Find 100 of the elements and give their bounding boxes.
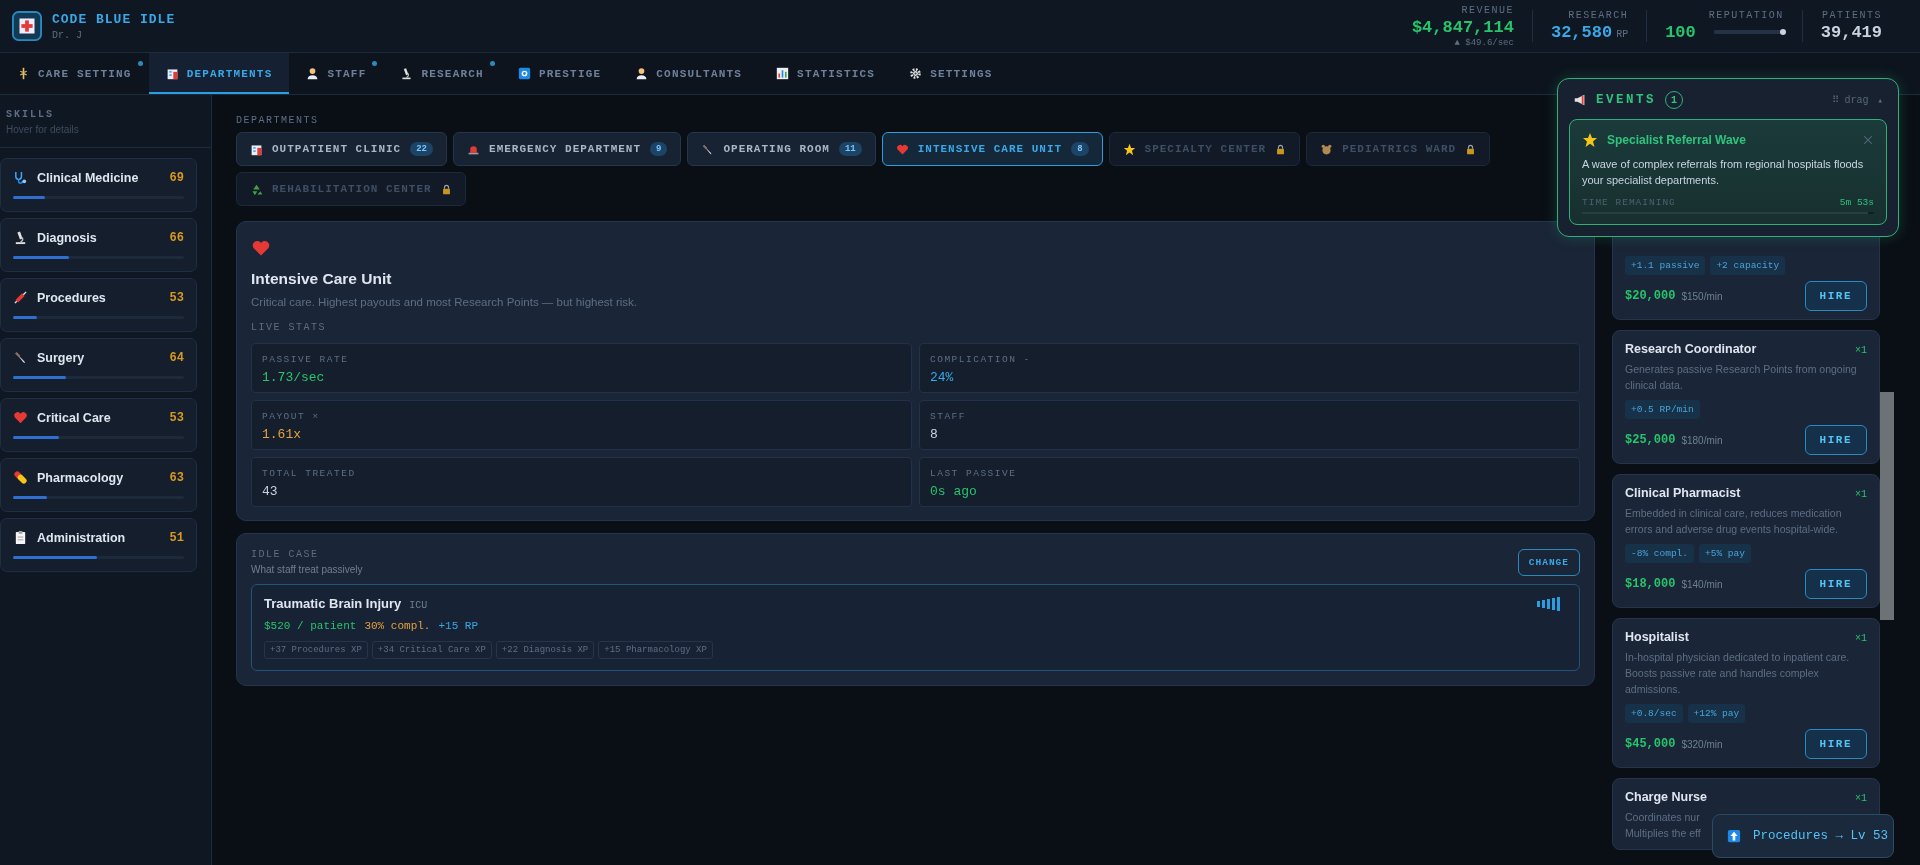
nav-tab[interactable]: CARE SETTING	[0, 53, 149, 94]
case-complication: 30% compl.	[364, 620, 431, 632]
lock-icon	[440, 183, 452, 195]
microscope-icon	[13, 230, 28, 245]
scrollbar-thumb[interactable]	[1880, 392, 1894, 620]
hire-button[interactable]: HIRE	[1804, 729, 1867, 759]
staff-count: ×1	[1855, 633, 1867, 644]
collapse-toggle[interactable]: ▴	[1877, 94, 1883, 106]
effect-chip: +12% pay	[1687, 704, 1746, 723]
logo-icon	[12, 11, 42, 41]
hire-price: $45,000	[1625, 737, 1676, 751]
case-research: +15 RP	[438, 620, 479, 632]
person-icon	[635, 67, 649, 80]
department-tab[interactable]: OUTPATIENT CLINIC 22	[236, 132, 448, 166]
notification-dot	[489, 61, 495, 66]
section-label: DEPARTMENTS	[236, 115, 320, 126]
staff-name: Hospitalist	[1625, 630, 1689, 644]
reputation-bar	[1713, 29, 1784, 34]
scalpel-icon	[13, 350, 28, 365]
hire-button[interactable]: HIRE	[1804, 425, 1867, 455]
microscope-icon	[400, 67, 414, 80]
effect-chip: +5% pay	[1699, 544, 1751, 563]
staff-count: ×1	[1855, 793, 1867, 804]
stat-label: REVENUE	[1461, 4, 1514, 16]
hint-text: Hover for details	[6, 124, 80, 135]
skill-name: Critical Care	[37, 410, 112, 425]
nav-tab[interactable]: STATISTICS	[759, 53, 893, 94]
staff-count: ×1	[1855, 345, 1867, 356]
skill-level: 63	[169, 470, 184, 485]
stat-value: $4,847,114	[1411, 17, 1514, 37]
nav-tab[interactable]: SETTINGS	[892, 53, 1010, 94]
count-badge: 9	[650, 142, 668, 156]
department-tab[interactable]: INTENSIVE CARE UNIT 8	[881, 132, 1103, 166]
hire-button[interactable]: HIRE	[1804, 281, 1867, 311]
app-title: CODE BLUE IDLE	[52, 11, 176, 27]
heart-icon	[251, 238, 271, 258]
section-label: IDLE CASE	[251, 549, 320, 560]
event-description: A wave of complex referrals from regional hospitals floods your specialist departments.	[1582, 157, 1865, 188]
count-badge: 11	[838, 142, 862, 156]
nav-tab[interactable]: DEPARTMENTS	[148, 53, 290, 94]
change-button[interactable]: CHANGE	[1517, 549, 1580, 576]
department-tab[interactable]: EMERGENCY DEPARTMENT 9	[453, 132, 682, 166]
staff-description: Embedded in clinical care, reduces medication errors and adverse drug events hospital-wide.	[1625, 506, 1843, 537]
department-description: Critical care. Highest payouts and most Research Points — but highest risk.	[251, 296, 639, 308]
bear-icon	[1320, 142, 1334, 156]
close-icon[interactable]	[1862, 134, 1874, 146]
hire-price: $20,000	[1625, 289, 1676, 303]
recycle-icon	[250, 182, 263, 196]
skill-name: Surgery	[37, 350, 86, 365]
person-icon	[306, 67, 320, 80]
stat-label: COMPLICATION -	[930, 354, 1032, 365]
effect-chip: +0.8/sec	[1625, 704, 1683, 723]
nav-tab[interactable]: RESEARCH	[383, 53, 501, 94]
timer-value: 5m 53s	[1839, 197, 1874, 208]
count-badge: 8	[1071, 142, 1089, 156]
stat-rate: ▲ $49.6/sec	[1454, 37, 1514, 48]
xp-chip: +15 Pharmacology XP	[598, 641, 713, 659]
drag-handle[interactable]: ⠿ drag	[1831, 94, 1869, 106]
hire-price: $25,000	[1625, 433, 1676, 447]
xp-chip: +34 Critical Care XP	[371, 641, 492, 659]
nav-tab[interactable]: CONSULTANTS	[618, 53, 760, 94]
skill-level: 69	[169, 170, 184, 185]
upkeep-rate: $140/min	[1681, 578, 1724, 590]
skill-level: 66	[169, 230, 184, 245]
skill-name: Diagnosis	[37, 230, 98, 245]
lock-icon	[1275, 143, 1287, 155]
star-icon	[1582, 132, 1598, 148]
pill-icon	[13, 470, 28, 485]
chart-icon	[776, 67, 790, 80]
effect-chip: +2 capacity	[1710, 256, 1786, 275]
lock-icon	[1465, 143, 1477, 155]
skill-level: 51	[169, 530, 184, 545]
nav-tab[interactable]: PRESTIGE	[500, 53, 619, 94]
staff-name: Charge Nurse	[1625, 790, 1707, 804]
nav-tab[interactable]: STAFF	[289, 53, 384, 94]
stat-value: 1.73/sec	[262, 370, 326, 385]
player-name: Dr. J	[52, 29, 83, 41]
events-title: EVENTS	[1596, 93, 1656, 107]
xp-chip: +22 Diagnosis XP	[495, 641, 595, 659]
hire-button[interactable]: HIRE	[1804, 569, 1867, 599]
syringe-icon	[13, 290, 28, 305]
effect-chip: +0.5 RP/min	[1625, 400, 1700, 419]
case-payout: $520 / patient	[264, 620, 357, 632]
stat-value: 0s ago	[930, 484, 978, 499]
timer-label: TIME REMAINING	[1582, 197, 1676, 208]
stat-label: STAFF	[930, 411, 967, 422]
stat-value: 43	[262, 484, 279, 499]
department-tab[interactable]: OPERATING ROOM 11	[687, 132, 876, 166]
stat-value: 39,419	[1820, 23, 1882, 42]
staff-name: Research Coordinator	[1625, 342, 1757, 356]
skill-name: Clinical Medicine	[37, 170, 140, 185]
skill-name: Procedures	[37, 290, 107, 305]
stat-label: REPUTATION	[1708, 10, 1784, 21]
stat-value: 24%	[930, 370, 955, 385]
notification-dot	[372, 61, 378, 66]
heart-icon	[13, 410, 28, 425]
ring-icon	[517, 67, 531, 80]
stat-label: TOTAL TREATED	[262, 468, 357, 479]
stat-unit: RP	[1616, 29, 1629, 40]
stat-value: 1.61x	[262, 427, 302, 442]
